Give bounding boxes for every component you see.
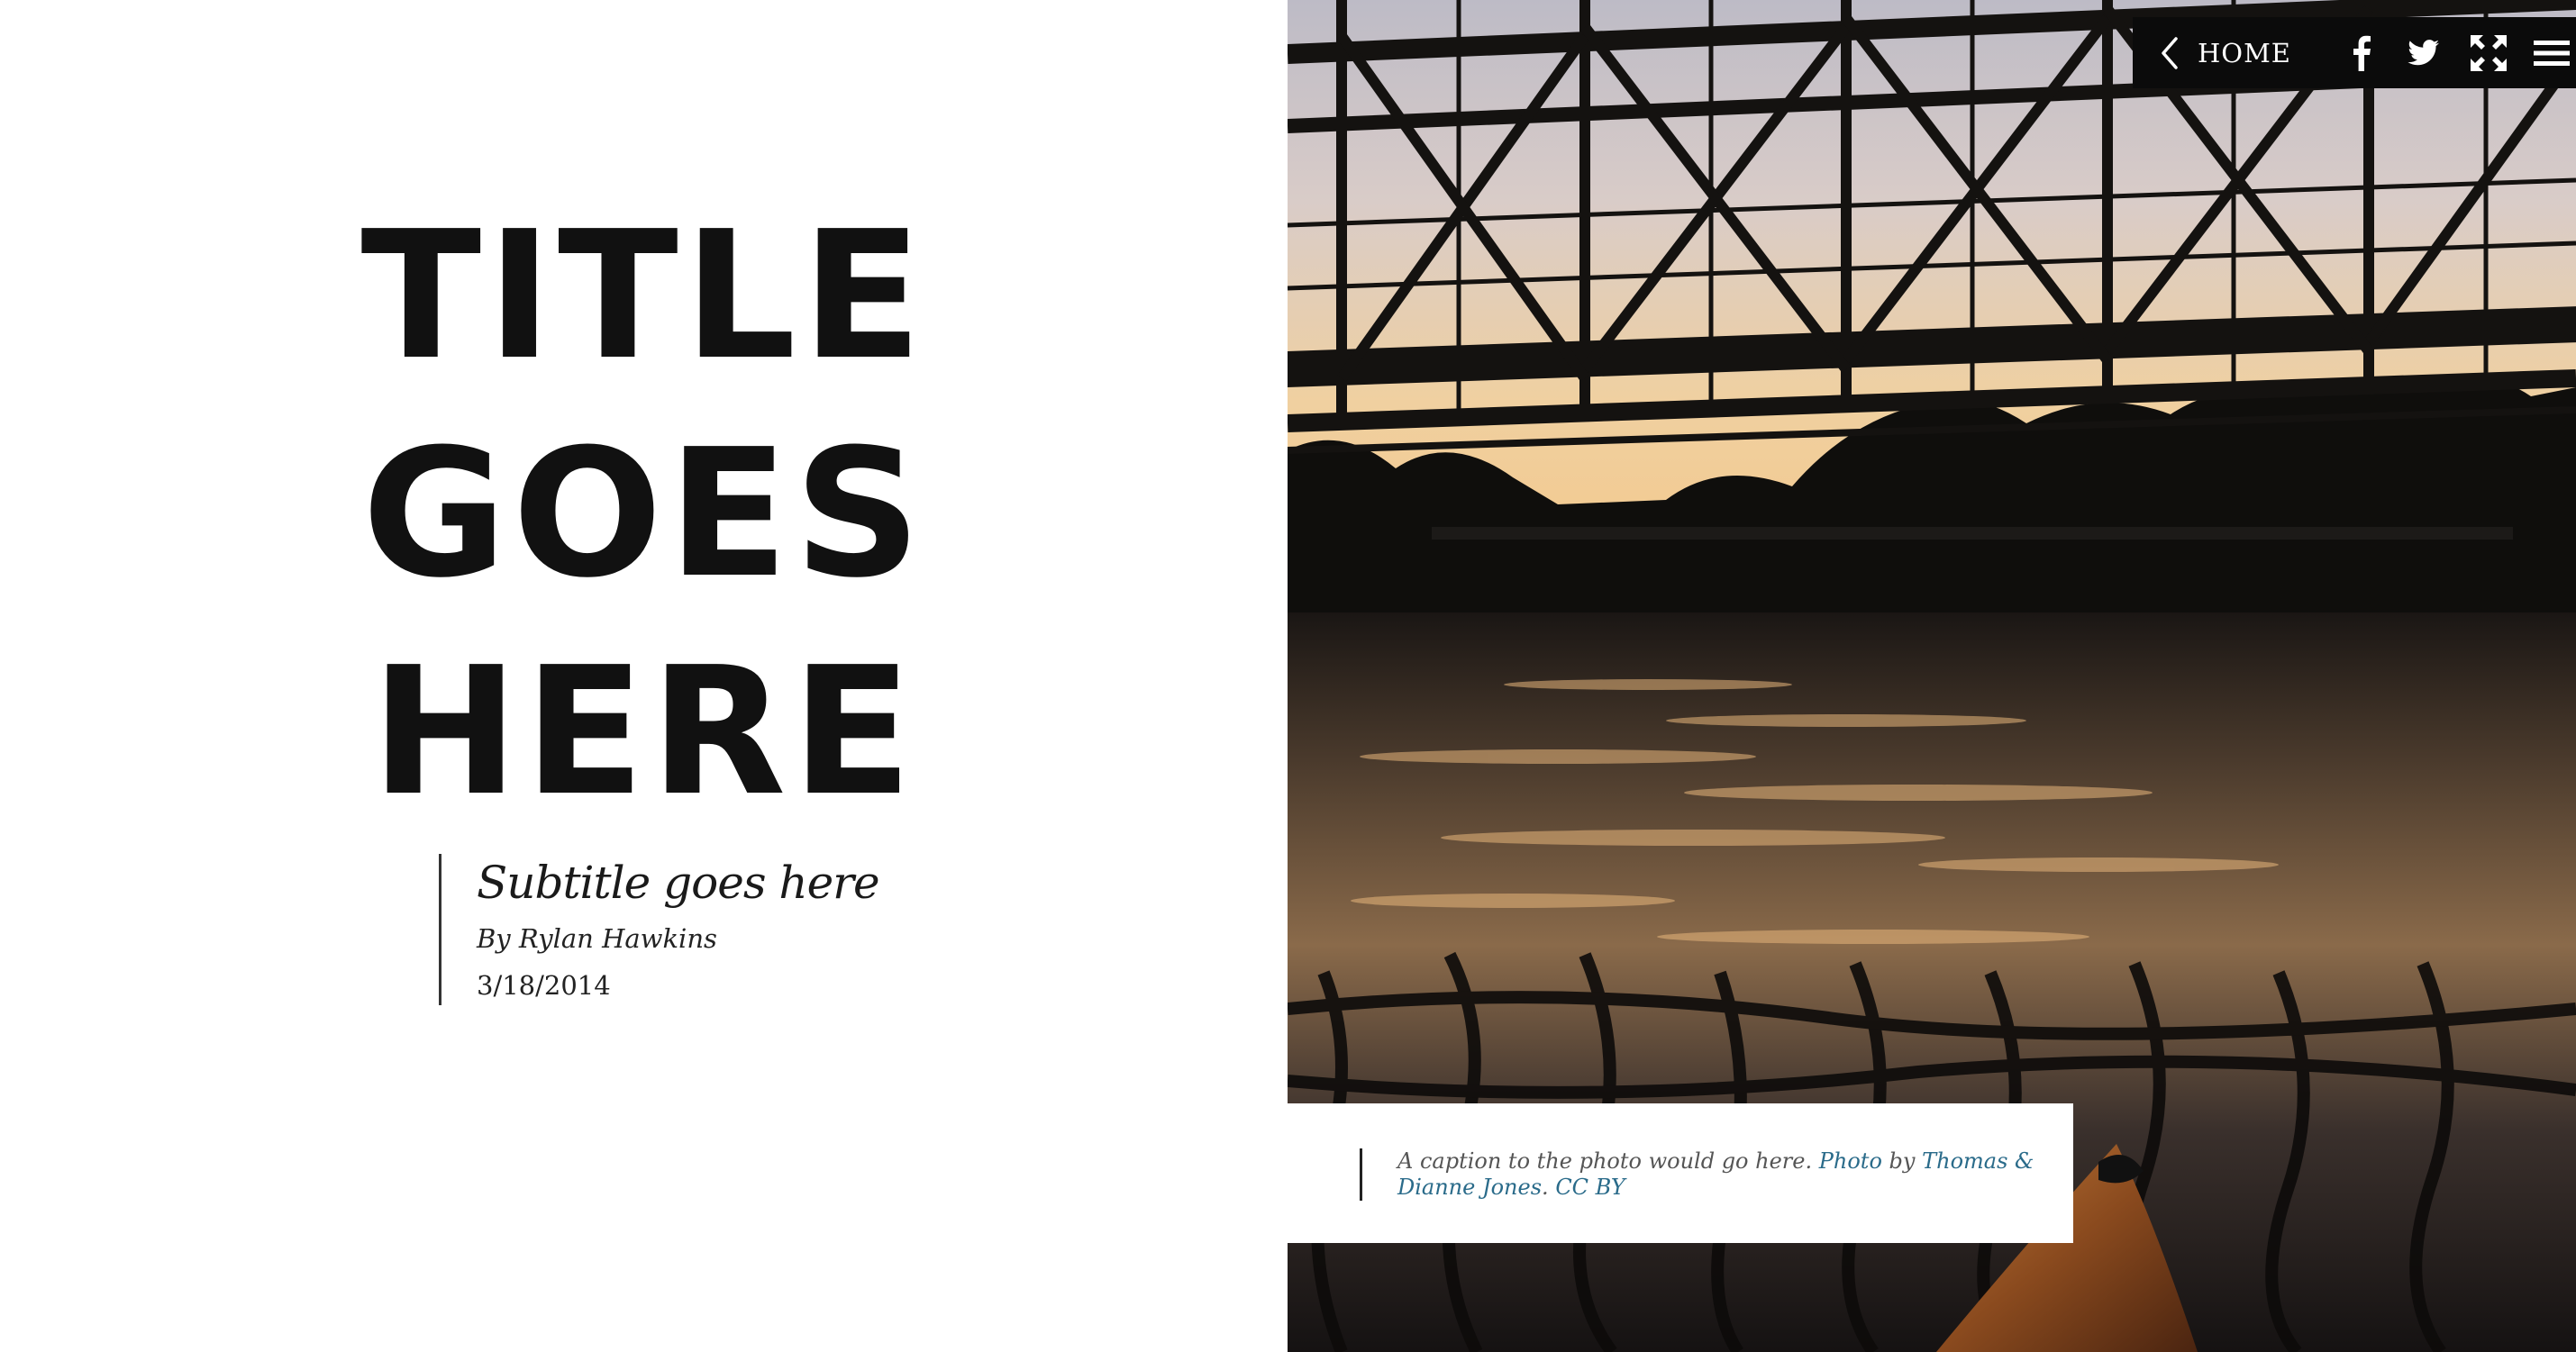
title-line: TITLE [360,194,928,399]
photo-caption: A caption to the photo would go here. Ph… [1360,1148,2044,1201]
article-subtitle: Subtitle goes here [477,857,880,909]
home-link[interactable]: HOME [2158,17,2291,88]
fullscreen-button[interactable] [2464,17,2513,88]
article-title: TITLE GOES HERE [270,187,1018,841]
twitter-icon [2408,39,2440,65]
caption-text: A caption to the photo would go here. [1397,1148,1813,1174]
article-meta: Subtitle goes here By Rylan Hawkins 3/18… [439,854,979,1005]
caption-period: . [1542,1175,1549,1200]
twitter-share-button[interactable] [2399,17,2448,88]
home-label: HOME [2198,37,2291,68]
hamburger-menu-icon [2533,40,2570,66]
caption-by: by [1889,1148,1916,1174]
article-header: TITLE GOES HERE Subtitle goes here By Ry… [0,0,1288,1352]
menu-button[interactable] [2527,17,2576,88]
photo-link[interactable]: Photo [1819,1148,1882,1174]
facebook-icon [2353,35,2371,71]
top-nav-bar: HOME [2133,17,2576,88]
title-line: GOES [361,412,927,617]
title-line: HERE [370,630,918,835]
article-date: 3/18/2014 [477,970,611,1001]
chevron-left-icon [2162,36,2178,69]
article-byline: By Rylan Hawkins [477,923,717,954]
license-link[interactable]: CC BY [1555,1175,1625,1200]
facebook-share-button[interactable] [2336,17,2385,88]
photo-caption-card: A caption to the photo would go here. Ph… [1288,1103,2073,1243]
fullscreen-icon [2470,34,2507,71]
